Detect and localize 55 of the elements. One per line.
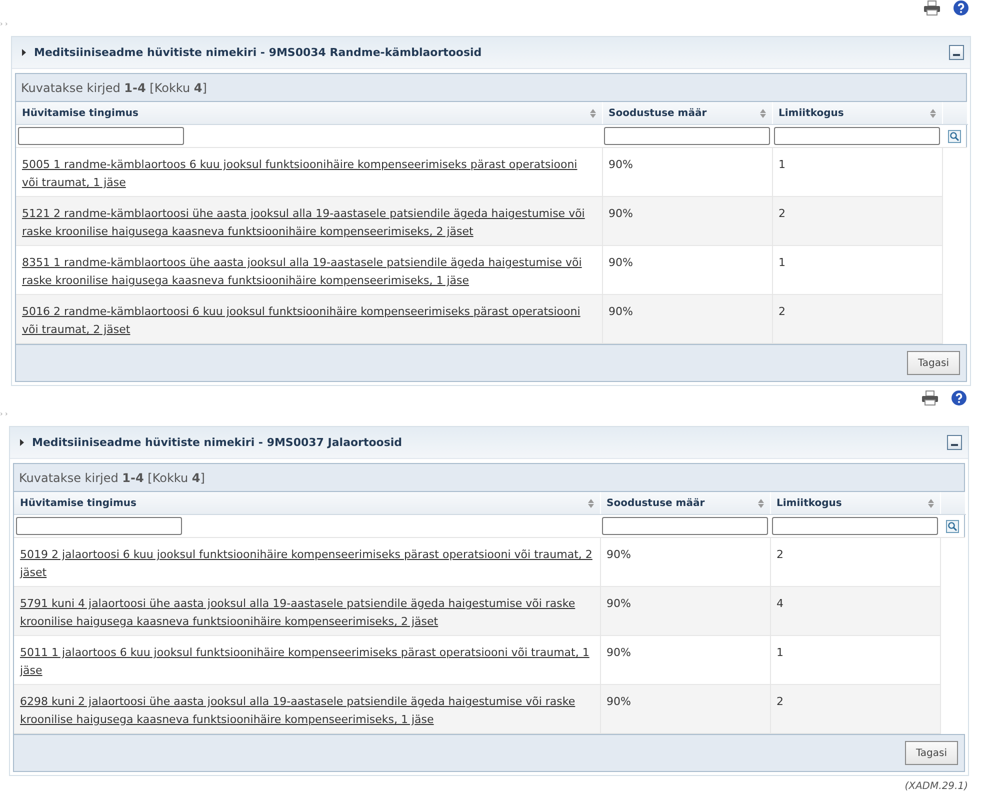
rate-cell: 90%: [606, 597, 631, 610]
sort-icon: [930, 108, 936, 118]
filter-field[interactable]: [774, 127, 940, 145]
limit-cell: 2: [778, 305, 786, 318]
column-header[interactable]: Limiitkogus: [770, 492, 940, 514]
sort-icon: [758, 498, 764, 508]
collapse-button[interactable]: [949, 45, 964, 60]
filter-field[interactable]: [18, 127, 184, 145]
limit-cell: 1: [778, 256, 786, 269]
rate-cell: 90%: [606, 548, 631, 561]
sort-icon: [590, 108, 596, 118]
limit-cell: 1: [776, 646, 784, 659]
limit-cell: 1: [778, 158, 786, 171]
print-icon[interactable]: [921, 390, 939, 406]
sort-icon: [760, 108, 766, 118]
print-icon[interactable]: [923, 0, 941, 16]
triangle-icon: [22, 49, 26, 56]
column-header[interactable]: Soodustuse määr: [600, 492, 770, 514]
column-header[interactable]: Soodustuse määr: [602, 102, 772, 124]
record-count: Kuvatakse kirjed 1-4 [Kokku 4]: [21, 80, 207, 94]
filter-field[interactable]: [772, 517, 938, 535]
filter-field[interactable]: [602, 517, 768, 535]
condition-link[interactable]: 8351 1 randme-kämblaortoos ühe aasta jooksul alla 19-aastasele patsiendile ägeda haigestumise või raske kroonilise haigusega kaasneva funktsioonihäire kompenseerimiseks, 1 jäse: [22, 254, 596, 290]
condition-link[interactable]: 5019 2 jalaortoosi 6 kuu jooksul funktsioonihäire kompenseerimiseks pärast operatsiooni või traumat, 2 jäset: [20, 546, 594, 582]
panel-title: Meditsiiniseadme hüvitiste nimekiri - 9MS0037 Jalaortoosid: [32, 436, 404, 449]
limit-cell: 2: [776, 548, 784, 561]
search-icon[interactable]: [946, 520, 959, 532]
help-icon[interactable]: [951, 390, 967, 406]
rate-cell: 90%: [608, 158, 633, 171]
collapse-button[interactable]: [947, 435, 962, 450]
help-icon[interactable]: [953, 0, 969, 16]
rate-cell: 90%: [608, 207, 633, 220]
back-button[interactable]: Tagasi: [906, 351, 960, 375]
version-label: (XADM.29.1): [904, 780, 969, 792]
rate-cell: 90%: [608, 256, 633, 269]
condition-link[interactable]: 5005 1 randme-kämblaortoos 6 kuu jooksul funktsioonihäire kompenseerimiseks pärast operatsiooni või traumat, 1 jäse: [22, 156, 596, 192]
column-header[interactable]: Hüvitamise tingimus: [16, 102, 602, 124]
sort-icon: [588, 498, 594, 508]
sort-icon: [928, 498, 934, 508]
triangle-icon: [20, 439, 24, 446]
record-count: Kuvatakse kirjed 1-4 [Kokku 4]: [19, 470, 205, 484]
rate-cell: 90%: [608, 305, 633, 318]
panel-title: Meditsiiniseadme hüvitiste nimekiri - 9MS0034 Randme-kämblaortoosid: [34, 46, 483, 59]
limit-cell: 2: [776, 695, 784, 708]
search-icon[interactable]: [948, 130, 961, 142]
rate-cell: 90%: [606, 695, 631, 708]
back-button[interactable]: Tagasi: [904, 741, 958, 765]
filter-field[interactable]: [604, 127, 770, 145]
column-header[interactable]: Limiitkogus: [772, 102, 942, 124]
filter-field[interactable]: [16, 517, 182, 535]
rate-cell: 90%: [606, 646, 631, 659]
limit-cell: 2: [778, 207, 786, 220]
column-header[interactable]: Hüvitamise tingimus: [14, 492, 600, 514]
limit-cell: 4: [776, 597, 784, 610]
condition-link[interactable]: 5011 1 jalaortoos 6 kuu jooksul funktsioonihäire kompenseerimiseks pärast operatsiooni või traumat, 1 jäse: [20, 644, 594, 680]
